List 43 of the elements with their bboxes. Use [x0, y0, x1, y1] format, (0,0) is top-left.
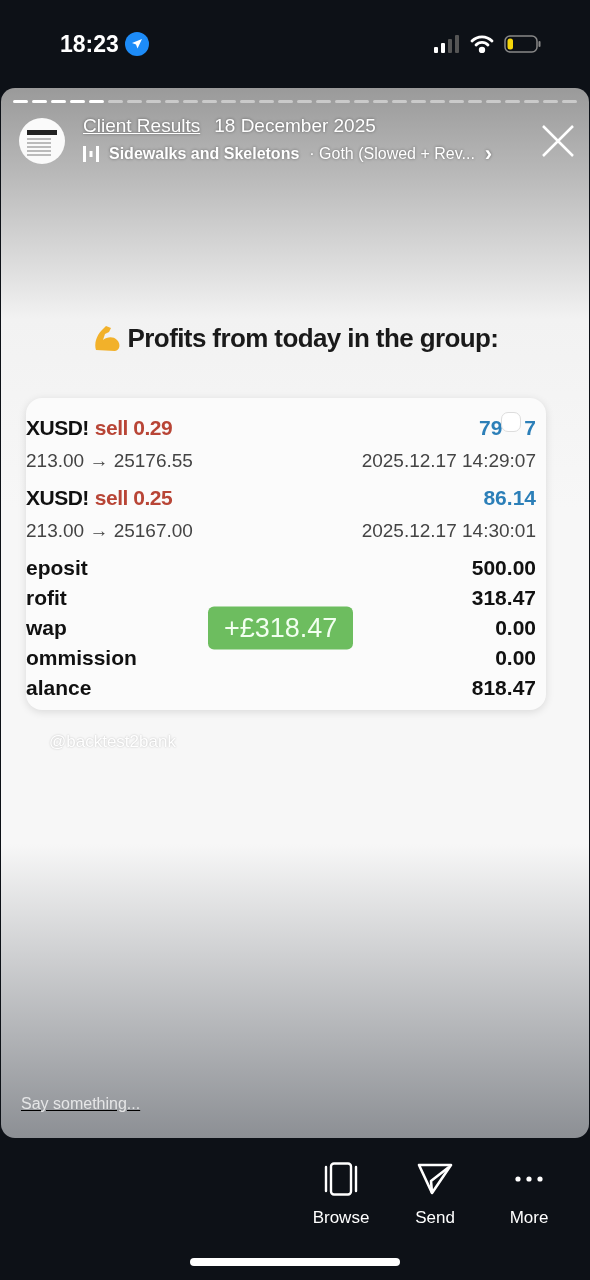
- song-title[interactable]: Sidewalks and Skeletons: [109, 145, 300, 163]
- avatar: [19, 118, 65, 164]
- trade-prices: 213.00 → 25167.00: [26, 520, 193, 542]
- reply-field[interactable]: Say something...: [19, 1094, 219, 1114]
- trade-action: sell 0.29: [94, 416, 173, 440]
- trade-prices: 213.00 → 25176.55: [26, 450, 193, 472]
- summary-value: 0.00: [495, 616, 536, 640]
- battery-icon: [504, 35, 542, 53]
- summary-label: ommission: [26, 646, 137, 670]
- trade-time: 2025.12.17 14:29:07: [361, 450, 536, 472]
- summary-value: 818.47: [471, 676, 536, 700]
- trade-profit: 86.14: [483, 486, 536, 510]
- browse-button[interactable]: Browse: [306, 1162, 376, 1228]
- summary-value: 500.00: [471, 556, 536, 580]
- send-button[interactable]: Send: [400, 1162, 470, 1228]
- trade-profit: 7: [524, 416, 536, 440]
- summary-label: alance: [26, 676, 92, 700]
- status-time: 18:23: [60, 30, 119, 58]
- post-heading: Profits from today in the group:: [127, 322, 499, 354]
- more-button[interactable]: More: [494, 1162, 564, 1228]
- summary-value: 318.47: [471, 586, 536, 610]
- summary-label: eposit: [26, 556, 88, 580]
- trade-action: sell 0.25: [94, 486, 173, 510]
- equalizer-icon: [83, 146, 99, 162]
- summary-label: rofit: [26, 586, 67, 610]
- chevron[interactable]: ›: [484, 141, 493, 167]
- sticker-blob: [500, 412, 521, 432]
- trade-profit: 79: [478, 416, 503, 440]
- summary-label: wap: [26, 616, 67, 640]
- song-detail[interactable]: · Goth (Slowed + Rev...: [309, 145, 475, 163]
- send-icon: [417, 1162, 453, 1196]
- phone-frame-icon: [322, 1162, 360, 1196]
- summary-value: 0.00: [495, 646, 536, 670]
- trade-symbol: XUSD!: [26, 416, 89, 440]
- close-button[interactable]: [541, 124, 575, 158]
- post-date: 18 December 2025: [214, 115, 376, 137]
- profit-badge: +£318.47: [208, 606, 354, 650]
- author-link[interactable]: Client Results: [83, 115, 201, 137]
- more-icon: [515, 1176, 543, 1182]
- signal-icon: [434, 35, 460, 53]
- trade-symbol: XUSD!: [26, 486, 89, 510]
- trade-time: 2025.12.17 14:30:01: [361, 520, 536, 542]
- wifi-icon: [470, 35, 494, 53]
